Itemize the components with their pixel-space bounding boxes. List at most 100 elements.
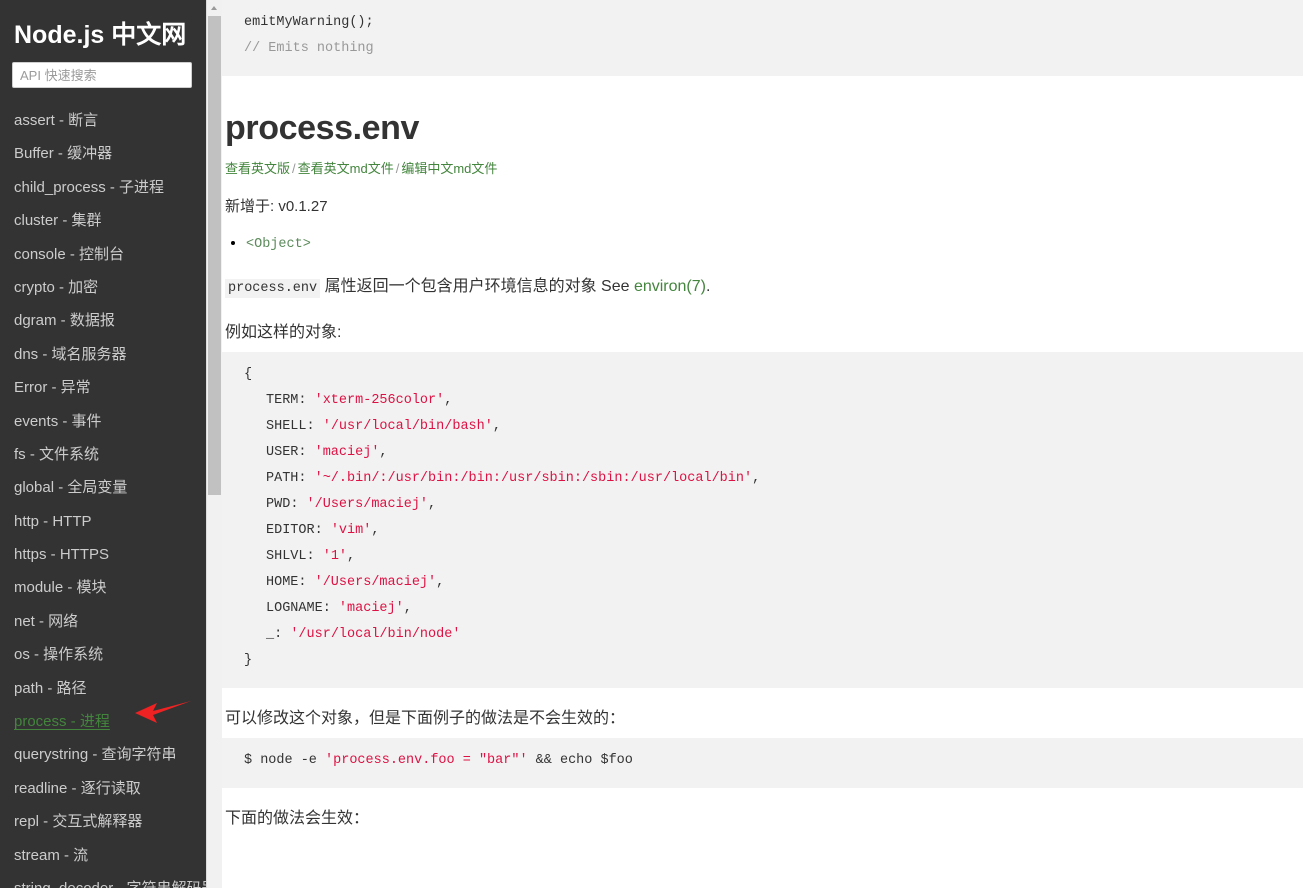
code-line-shell: $ node -e 'process.env.foo = "bar"' && e… — [222, 748, 1303, 774]
site-logo: Node.js 中文网 — [14, 21, 187, 49]
code-line-close-brace: } — [244, 653, 253, 668]
sidebar-item-label[interactable]: crypto - 加密 — [14, 279, 98, 296]
sidebar-item-label[interactable]: repl - 交互式解释器 — [14, 813, 142, 830]
sidebar-item-label[interactable]: console - 控制台 — [14, 246, 124, 263]
env-comma: , — [436, 575, 445, 590]
env-key: SHELL — [266, 419, 307, 434]
env-value: '1' — [322, 549, 348, 564]
sidebar-nav: assert - 断言 Buffer - 缓冲器 child_process -… — [0, 104, 222, 888]
code-line: emitMyWarning(); — [244, 15, 374, 30]
env-comma: , — [403, 601, 412, 616]
env-comma: , — [752, 471, 761, 486]
link-environ-7[interactable]: environ(7) — [634, 278, 706, 295]
sidebar-item-error[interactable]: Error - 异常 — [0, 371, 222, 404]
code-line-env-entry: SHELL: '/usr/local/bin/bash', — [266, 419, 501, 434]
env-key: SHLVL — [266, 549, 307, 564]
sidebar-item-net[interactable]: net - 网络 — [0, 605, 222, 638]
sidebar-item-label[interactable]: stream - 流 — [14, 847, 88, 864]
sidebar-item-label[interactable]: os - 操作系统 — [14, 646, 103, 663]
list-item: <Object> — [246, 232, 1303, 256]
sidebar-item-label[interactable]: fs - 文件系统 — [14, 446, 99, 463]
sidebar-item-crypto[interactable]: crypto - 加密 — [0, 271, 222, 304]
sidebar-item-child-process[interactable]: child_process - 子进程 — [0, 171, 222, 204]
type-object: <Object> — [246, 237, 311, 252]
env-value: '/usr/local/bin/bash' — [322, 419, 493, 434]
shell-quoted-arg: 'process.env.foo = "bar"' — [325, 753, 528, 768]
doc-links: 查看英文版 / 查看英文md文件 / 编辑中文md文件 — [225, 158, 1303, 177]
description-paragraph: process.env 属性返回一个包含用户环境信息的对象 See enviro… — [225, 274, 1303, 302]
sidebar-item-querystring[interactable]: querystring - 查询字符串 — [0, 738, 222, 771]
code-line-env-entry: USER: 'maciej', — [266, 445, 388, 460]
sidebar-item-label[interactable]: global - 全局变量 — [14, 479, 127, 496]
env-key: EDITOR — [266, 523, 315, 538]
code-block-emit-warning: emitMyWarning(); // Emits nothing — [222, 0, 1303, 76]
article: emitMyWarning(); // Emits nothing process… — [222, 0, 1303, 832]
sidebar-item-label[interactable]: string_decoder - 字符串解码器 — [14, 880, 217, 888]
main-content: emitMyWarning(); // Emits nothing process… — [222, 0, 1303, 888]
sidebar-item-label[interactable]: path - 路径 — [14, 680, 87, 697]
sidebar-item-stream[interactable]: stream - 流 — [0, 839, 222, 872]
scrollbar-thumb[interactable] — [208, 16, 221, 495]
sidebar-item-label[interactable]: readline - 逐行读取 — [14, 780, 141, 797]
example-lead-text: 例如这样的对象: — [225, 324, 342, 341]
sidebar-item-label[interactable]: cluster - 集群 — [14, 212, 102, 229]
code-line-env-entry: EDITOR: 'vim', — [266, 523, 380, 538]
page-title: process.env — [225, 109, 420, 147]
link-edit-chinese-md[interactable]: 编辑中文md文件 — [401, 161, 497, 176]
env-comma: , — [444, 393, 453, 408]
sidebar-item-label[interactable]: Buffer - 缓冲器 — [14, 145, 112, 162]
sidebar-item-label[interactable]: assert - 断言 — [14, 112, 98, 129]
sidebar-item-os[interactable]: os - 操作系统 — [0, 638, 222, 671]
env-comma: , — [428, 497, 437, 512]
env-comma: , — [379, 445, 388, 460]
sidebar-scrollbar[interactable] — [206, 0, 222, 888]
sidebar-item-label[interactable]: http - HTTP — [14, 513, 92, 530]
env-key: PWD — [266, 497, 291, 512]
added-in-version: 新增于: v0.1.27 — [225, 198, 328, 215]
sidebar-item-module[interactable]: module - 模块 — [0, 571, 222, 604]
sidebar-item-label[interactable]: process - 进程 — [14, 713, 110, 730]
works-note-text: 下面的做法会生效： — [225, 810, 370, 827]
sidebar-item-label[interactable]: child_process - 子进程 — [14, 179, 164, 196]
link-view-english[interactable]: 查看英文版 — [225, 161, 290, 176]
search-input[interactable] — [12, 62, 192, 88]
shell-tail: && echo $foo — [527, 753, 633, 768]
sidebar-item-repl[interactable]: repl - 交互式解释器 — [0, 805, 222, 838]
sidebar-item-label[interactable]: dns - 域名服务器 — [14, 346, 127, 363]
env-value: '/usr/local/bin/node' — [290, 627, 461, 642]
description-tail: . — [705, 278, 711, 295]
sidebar-item-label[interactable]: events - 事件 — [14, 413, 102, 430]
sidebar-item-https[interactable]: https - HTTPS — [0, 538, 222, 571]
sidebar-item-label[interactable]: dgram - 数据报 — [14, 312, 115, 329]
description-text: 属性返回一个包含用户环境信息的对象 See — [320, 278, 634, 295]
sidebar-item-label[interactable]: module - 模块 — [14, 579, 107, 596]
sidebar-item-string-decoder[interactable]: string_decoder - 字符串解码器 — [0, 872, 222, 888]
sidebar-item-cluster[interactable]: cluster - 集群 — [0, 204, 222, 237]
sidebar: Node.js 中文网 assert - 断言 Buffer - 缓冲器 chi… — [0, 0, 222, 888]
env-value: 'xterm-256color' — [314, 393, 445, 408]
sidebar-item-assert[interactable]: assert - 断言 — [0, 104, 222, 137]
sidebar-item-label[interactable]: net - 网络 — [14, 613, 78, 630]
type-list: <Object> — [246, 232, 1303, 256]
sidebar-item-dgram[interactable]: dgram - 数据报 — [0, 304, 222, 337]
code-block-shell-no-effect: $ node -e 'process.env.foo = "bar"' && e… — [222, 738, 1303, 788]
sidebar-item-label[interactable]: querystring - 查询字符串 — [14, 746, 177, 763]
sidebar-item-http[interactable]: http - HTTP — [0, 505, 222, 538]
env-comma: , — [371, 523, 380, 538]
sidebar-item-buffer[interactable]: Buffer - 缓冲器 — [0, 137, 222, 170]
sidebar-item-readline[interactable]: readline - 逐行读取 — [0, 772, 222, 805]
sidebar-item-process[interactable]: process - 进程 — [0, 705, 222, 738]
sidebar-item-dns[interactable]: dns - 域名服务器 — [0, 338, 222, 371]
link-separator: / — [292, 161, 296, 176]
sidebar-item-fs[interactable]: fs - 文件系统 — [0, 438, 222, 471]
env-comma: , — [492, 419, 501, 434]
sidebar-item-label[interactable]: Error - 异常 — [14, 379, 91, 396]
sidebar-item-events[interactable]: events - 事件 — [0, 405, 222, 438]
sidebar-item-label[interactable]: https - HTTPS — [14, 546, 109, 563]
sidebar-item-path[interactable]: path - 路径 — [0, 672, 222, 705]
sidebar-item-global[interactable]: global - 全局变量 — [0, 471, 222, 504]
link-view-english-md[interactable]: 查看英文md文件 — [298, 161, 394, 176]
sidebar-inner: Node.js 中文网 assert - 断言 Buffer - 缓冲器 chi… — [0, 0, 222, 888]
scroll-up-arrow-icon[interactable] — [207, 0, 222, 15]
sidebar-item-console[interactable]: console - 控制台 — [0, 238, 222, 271]
